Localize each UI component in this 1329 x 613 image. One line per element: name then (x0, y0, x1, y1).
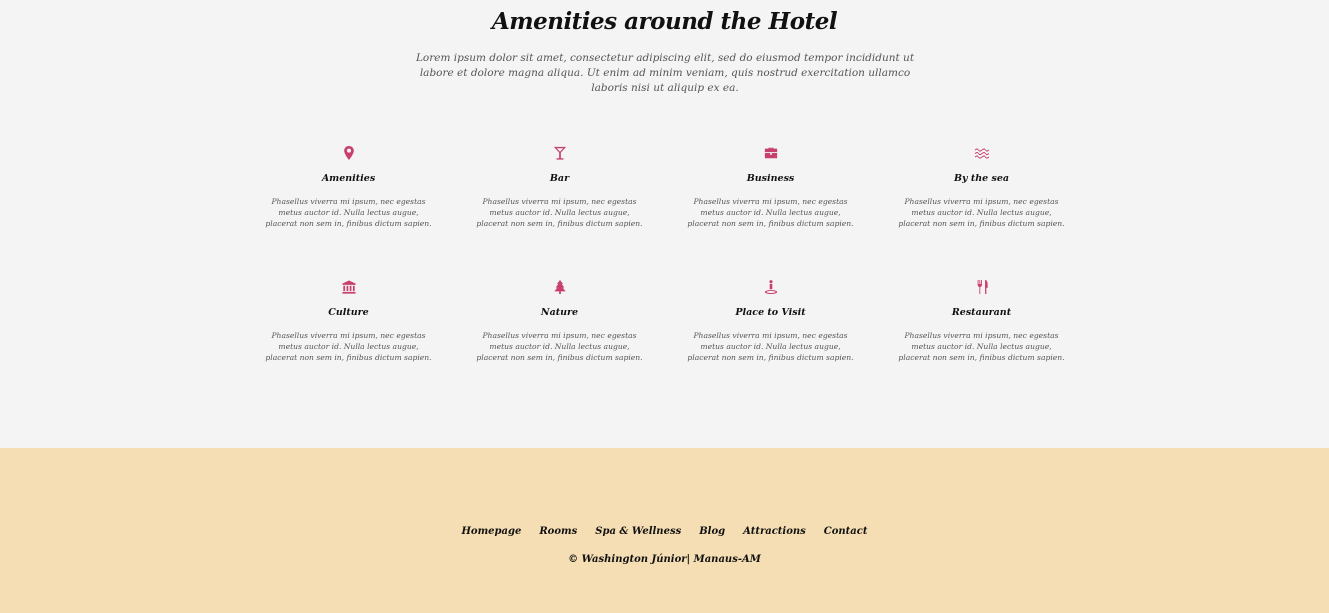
amenity-card-place-to-visit: Place to Visit Phasellus viverra mi ipsu… (665, 277, 876, 411)
amenity-card-by-the-sea: By the sea Phasellus viverra mi ipsum, n… (876, 143, 1087, 277)
amenity-title: Place to Visit (735, 307, 806, 318)
museum-icon (243, 277, 454, 297)
waves-icon (876, 143, 1087, 163)
cutlery-icon (876, 277, 1087, 297)
amenity-text: Phasellus viverra mi ipsum, nec egestas … (265, 331, 432, 362)
amenities-section: Amenities around the Hotel Lorem ipsum d… (0, 0, 1329, 448)
section-intro: Lorem ipsum dolor sit amet, consectetur … (415, 52, 915, 94)
amenity-card-amenities: Amenities Phasellus viverra mi ipsum, ne… (243, 143, 454, 277)
amenity-text: Phasellus viverra mi ipsum, nec egestas … (265, 197, 432, 228)
copyright-text: © Washington Júnior| Manaus-AM (568, 554, 761, 565)
amenity-card-nature: Nature Phasellus viverra mi ipsum, nec e… (454, 277, 665, 411)
footer-nav: Homepage Rooms Spa & Wellness Blog Attra… (0, 526, 1329, 537)
briefcase-icon (665, 143, 876, 163)
amenity-card-business: Business Phasellus viverra mi ipsum, nec… (665, 143, 876, 277)
footer-link-attractions[interactable]: Attractions (734, 526, 815, 537)
amenity-text: Phasellus viverra mi ipsum, nec egestas … (687, 197, 854, 228)
amenity-text: Phasellus viverra mi ipsum, nec egestas … (476, 197, 643, 228)
amenity-title: By the sea (953, 173, 1010, 184)
tree-icon (454, 277, 665, 297)
map-pin-icon (243, 143, 454, 163)
person-pin-icon (665, 277, 876, 297)
footer-link-rooms[interactable]: Rooms (530, 526, 586, 537)
footer: Homepage Rooms Spa & Wellness Blog Attra… (0, 448, 1329, 613)
amenity-title: Nature (540, 307, 579, 318)
amenity-text: Phasellus viverra mi ipsum, nec egestas … (476, 331, 643, 362)
amenity-title: Restaurant (951, 307, 1012, 318)
cocktail-icon (454, 143, 665, 163)
amenity-text: Phasellus viverra mi ipsum, nec egestas … (687, 331, 854, 362)
footer-link-blog[interactable]: Blog (690, 526, 734, 537)
amenity-card-restaurant: Restaurant Phasellus viverra mi ipsum, n… (876, 277, 1087, 411)
footer-link-contact[interactable]: Contact (815, 526, 877, 537)
footer-link-homepage[interactable]: Homepage (452, 526, 530, 537)
section-title: Amenities around the Hotel (491, 8, 838, 35)
amenities-grid: Amenities Phasellus viverra mi ipsum, ne… (243, 143, 1087, 411)
amenity-card-culture: Culture Phasellus viverra mi ipsum, nec … (243, 277, 454, 411)
amenity-title: Amenities (321, 173, 376, 184)
amenity-text: Phasellus viverra mi ipsum, nec egestas … (898, 197, 1065, 228)
amenity-title: Business (746, 173, 795, 184)
amenity-card-bar: Bar Phasellus viverra mi ipsum, nec eges… (454, 143, 665, 277)
amenity-text: Phasellus viverra mi ipsum, nec egestas … (898, 331, 1065, 362)
amenity-title: Culture (328, 307, 369, 318)
footer-link-spa-wellness[interactable]: Spa & Wellness (586, 526, 690, 537)
amenity-title: Bar (549, 173, 570, 184)
